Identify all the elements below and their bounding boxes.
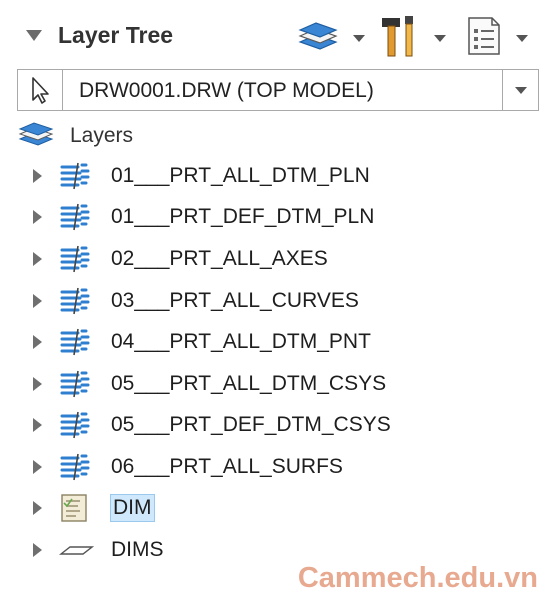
tree-item-label: 05___PRT_ALL_DTM_CSYS: [111, 372, 387, 395]
layer-stack-icon: [60, 287, 90, 315]
watermark-text: Cammech.edu.vn: [297, 562, 538, 594]
expand-triangle-icon[interactable]: [33, 377, 42, 391]
tree-root-layers[interactable]: Layers: [18, 118, 133, 152]
layer-stack-icon: [60, 370, 90, 398]
tree-item[interactable]: 02___PRT_ALL_AXES: [0, 240, 546, 278]
tree-item[interactable]: 05___PRT_ALL_DTM_CSYS: [0, 365, 546, 403]
select-pointer-button[interactable]: [18, 70, 63, 110]
layers-icon: [298, 22, 338, 50]
expand-triangle-icon[interactable]: [33, 460, 42, 474]
expand-triangle-icon[interactable]: [33, 501, 42, 515]
note-layer-icon: [61, 494, 87, 522]
collapse-triangle-icon[interactable]: [26, 30, 42, 41]
hammer-icon: [382, 16, 413, 57]
layer-stack-icon: [60, 453, 90, 481]
expand-triangle-icon[interactable]: [33, 169, 42, 183]
expand-triangle-icon[interactable]: [33, 252, 42, 266]
settings-list-icon: [468, 17, 500, 55]
chevron-down-icon: [515, 87, 527, 94]
tree-item-label: 02___PRT_ALL_AXES: [111, 247, 328, 270]
expand-triangle-icon[interactable]: [33, 335, 42, 349]
expand-triangle-icon[interactable]: [33, 294, 42, 308]
layers-tool-button[interactable]: [296, 14, 368, 58]
tree-item-label: 06___PRT_ALL_SURFS: [111, 455, 343, 478]
expand-triangle-icon[interactable]: [33, 543, 42, 557]
tree-item-label: 05___PRT_DEF_DTM_CSYS: [111, 413, 391, 436]
model-selector[interactable]: DRW0001.DRW (TOP MODEL): [17, 69, 539, 111]
tree-item-label: 01___PRT_DEF_DTM_PLN: [111, 205, 375, 228]
chevron-down-icon[interactable]: [516, 35, 528, 42]
tree-item-label: DIMS: [111, 538, 164, 561]
tree-item-label: 04___PRT_ALL_DTM_PNT: [111, 330, 371, 353]
tree-item[interactable]: 01___PRT_DEF_DTM_PLN: [0, 198, 546, 236]
layer-stack-icon: [60, 245, 90, 273]
expand-triangle-icon[interactable]: [33, 210, 42, 224]
tree-item[interactable]: 01___PRT_ALL_DTM_PLN: [0, 157, 546, 195]
tree-item[interactable]: 03___PRT_ALL_CURVES: [0, 282, 546, 320]
layers-icon: [18, 122, 54, 146]
layer-stack-icon: [60, 162, 90, 190]
tree-item-label: DIM: [110, 494, 155, 522]
tree-item-selected[interactable]: DIM: [0, 489, 546, 527]
model-selector-value: DRW0001.DRW (TOP MODEL): [79, 79, 374, 102]
tree-item[interactable]: 05___PRT_DEF_DTM_CSYS: [0, 406, 546, 444]
layer-tree-header: Layer Tree: [0, 0, 546, 68]
tree-root-label: Layers: [70, 124, 134, 147]
layer-stack-icon: [60, 328, 90, 356]
panel-title: Layer Tree: [58, 22, 174, 48]
expand-triangle-icon[interactable]: [33, 418, 42, 432]
layer-stack-icon: [60, 411, 90, 439]
tree-item[interactable]: 06___PRT_ALL_SURFS: [0, 448, 546, 486]
cursor-arrow-icon: [32, 77, 49, 104]
chevron-down-icon[interactable]: [353, 35, 365, 42]
tree-item-label: 01___PRT_ALL_DTM_PLN: [111, 164, 370, 187]
tools-button[interactable]: [380, 14, 452, 58]
tree-item[interactable]: 04___PRT_ALL_DTM_PNT: [0, 323, 546, 361]
layer-stack-icon: [60, 203, 90, 231]
tree-item-label: 03___PRT_ALL_CURVES: [111, 289, 359, 312]
model-selector-dropdown[interactable]: [502, 70, 538, 110]
show-options-button[interactable]: [464, 14, 536, 58]
chevron-down-icon[interactable]: [434, 35, 446, 42]
flat-layer-icon: [58, 546, 94, 555]
